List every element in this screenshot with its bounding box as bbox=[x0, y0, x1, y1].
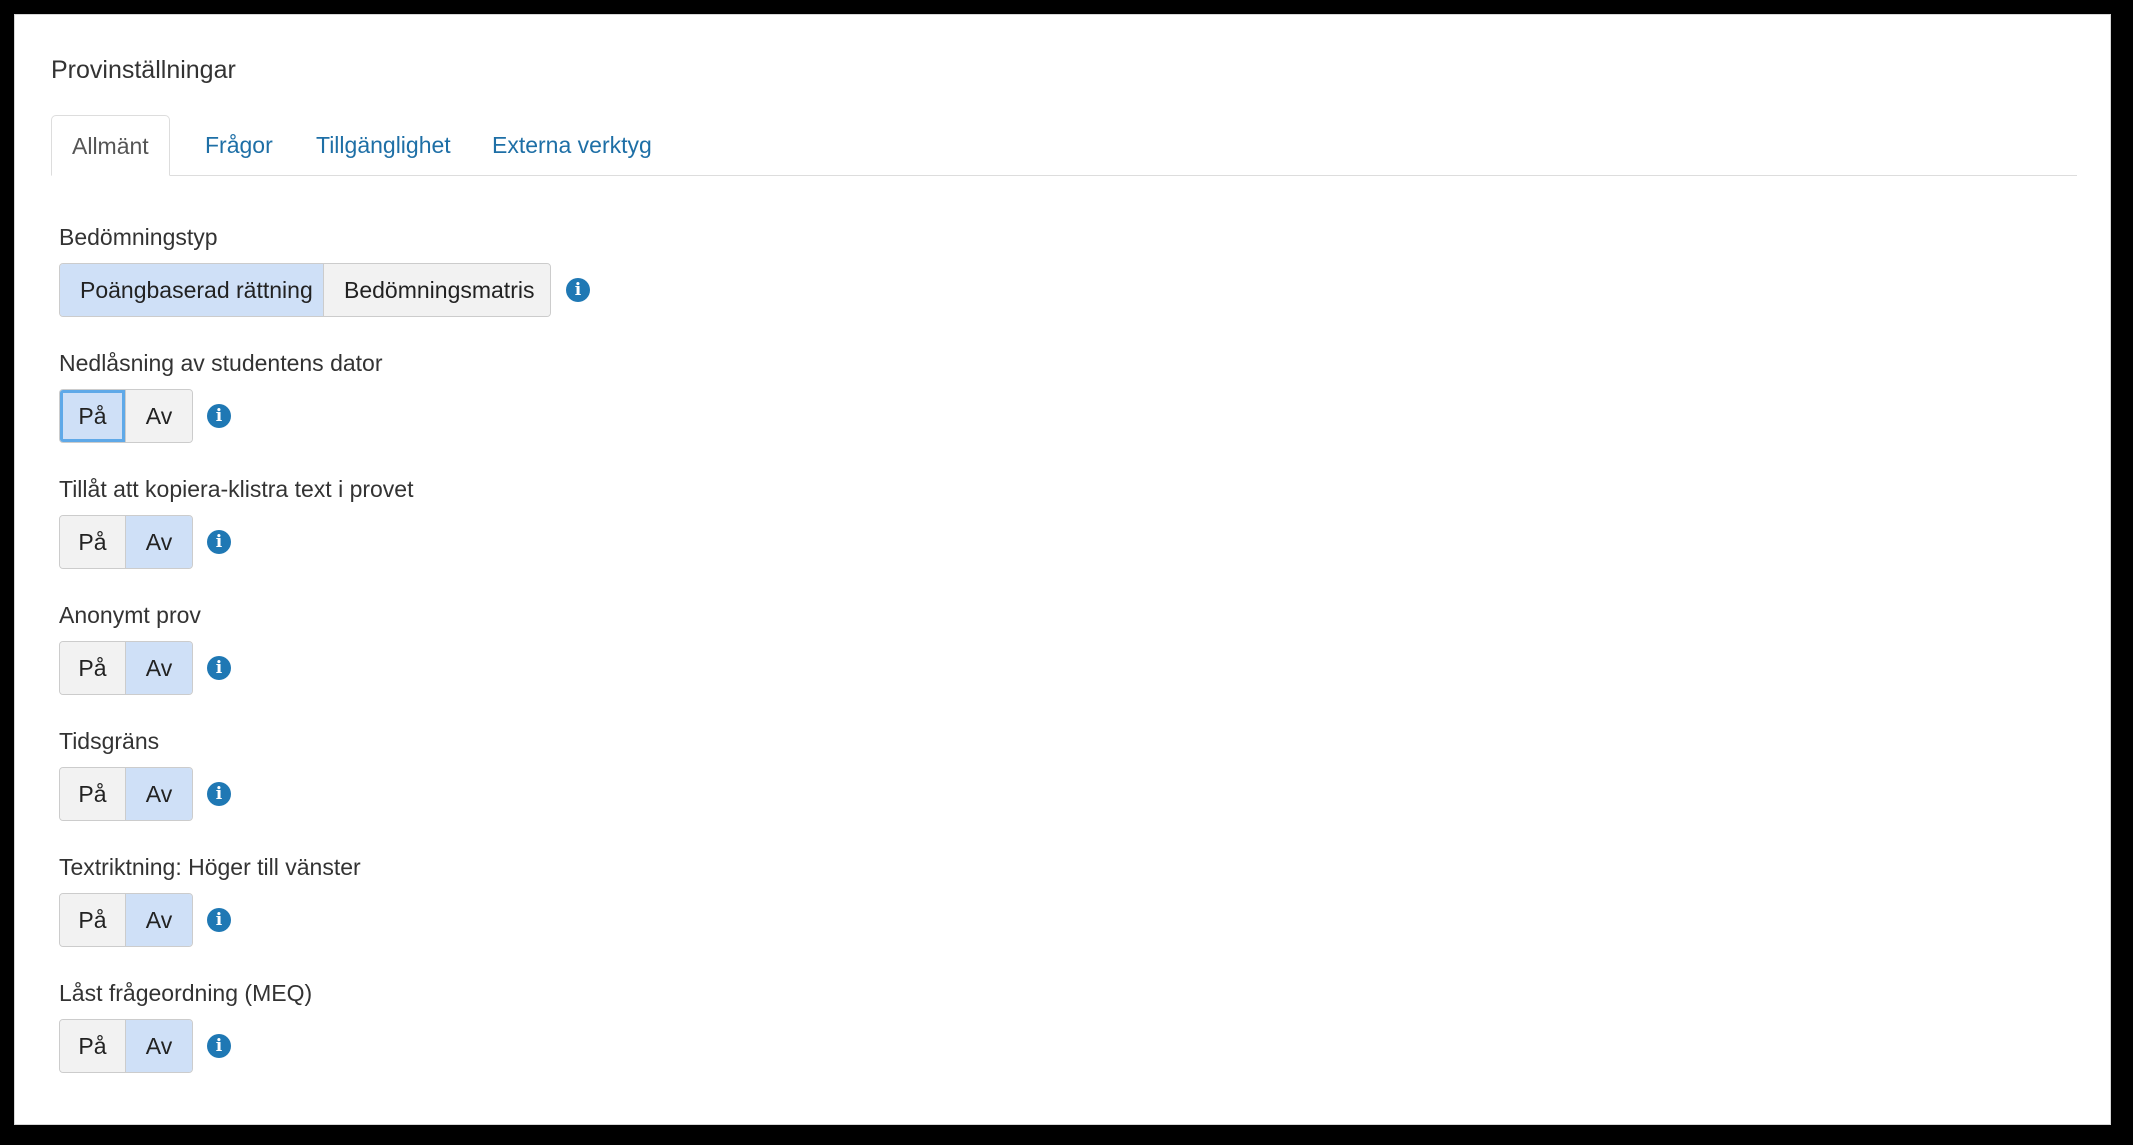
setting-text-direction: Textriktning: Höger till vänster På Av i bbox=[59, 853, 361, 947]
exam-settings-panel: Provinställningar Allmänt Frågor Tillgän… bbox=[14, 14, 2111, 1125]
copy-paste-on-button[interactable]: På bbox=[60, 516, 126, 568]
info-icon[interactable]: i bbox=[207, 782, 231, 806]
rtl-off-button[interactable]: Av bbox=[126, 894, 192, 946]
locked-order-label: Låst frågeordning (MEQ) bbox=[59, 980, 313, 1006]
settings-tabs: Allmänt Frågor Tillgänglighet Externa ve… bbox=[51, 115, 2077, 176]
setting-grading-type: Bedömningstyp Poängbaserad rättning Bedö… bbox=[59, 223, 590, 317]
time-limit-on-button[interactable]: På bbox=[60, 768, 126, 820]
copy-paste-toggle: På Av bbox=[59, 515, 193, 569]
anonymous-toggle: På Av bbox=[59, 641, 193, 695]
lockdown-off-button[interactable]: Av bbox=[126, 390, 192, 442]
lockdown-label: Nedlåsning av studentens dator bbox=[59, 350, 383, 376]
rubric-button[interactable]: Bedömningsmatris bbox=[324, 264, 550, 316]
tab-external-tools[interactable]: Externa verktyg bbox=[492, 115, 652, 175]
locked-order-toggle: På Av bbox=[59, 1019, 193, 1073]
copy-paste-label: Tillåt att kopiera-klistra text i provet bbox=[59, 476, 414, 502]
info-icon[interactable]: i bbox=[207, 404, 231, 428]
lockdown-on-button[interactable]: På bbox=[60, 390, 126, 442]
setting-anonymous: Anonymt prov På Av i bbox=[59, 601, 231, 695]
info-icon[interactable]: i bbox=[207, 1034, 231, 1058]
info-icon[interactable]: i bbox=[566, 278, 590, 302]
locked-order-off-button[interactable]: Av bbox=[126, 1020, 192, 1072]
info-icon[interactable]: i bbox=[207, 908, 231, 932]
points-based-grading-button[interactable]: Poängbaserad rättning bbox=[60, 264, 324, 316]
anonymous-on-button[interactable]: På bbox=[60, 642, 126, 694]
info-icon[interactable]: i bbox=[207, 656, 231, 680]
setting-locked-question-order: Låst frågeordning (MEQ) På Av i bbox=[59, 979, 312, 1073]
setting-time-limit: Tidsgräns På Av i bbox=[59, 727, 231, 821]
grading-type-toggle: Poängbaserad rättning Bedömningsmatris bbox=[59, 263, 551, 317]
time-limit-off-button[interactable]: Av bbox=[126, 768, 192, 820]
tab-questions[interactable]: Frågor bbox=[205, 115, 273, 175]
setting-lockdown: Nedlåsning av studentens dator På Av i bbox=[59, 349, 383, 443]
time-limit-toggle: På Av bbox=[59, 767, 193, 821]
info-icon[interactable]: i bbox=[207, 530, 231, 554]
locked-order-on-button[interactable]: På bbox=[60, 1020, 126, 1072]
setting-copy-paste: Tillåt att kopiera-klistra text i provet… bbox=[59, 475, 414, 569]
page-title: Provinställningar bbox=[51, 56, 236, 84]
grading-type-label: Bedömningstyp bbox=[59, 224, 218, 250]
tab-general[interactable]: Allmänt bbox=[51, 115, 170, 176]
text-direction-toggle: På Av bbox=[59, 893, 193, 947]
rtl-on-button[interactable]: På bbox=[60, 894, 126, 946]
copy-paste-off-button[interactable]: Av bbox=[126, 516, 192, 568]
anonymous-label: Anonymt prov bbox=[59, 602, 201, 628]
text-direction-label: Textriktning: Höger till vänster bbox=[59, 854, 361, 880]
anonymous-off-button[interactable]: Av bbox=[126, 642, 192, 694]
time-limit-label: Tidsgräns bbox=[59, 728, 160, 754]
lockdown-toggle: På Av bbox=[59, 389, 193, 443]
tab-accessibility[interactable]: Tillgänglighet bbox=[316, 115, 451, 175]
